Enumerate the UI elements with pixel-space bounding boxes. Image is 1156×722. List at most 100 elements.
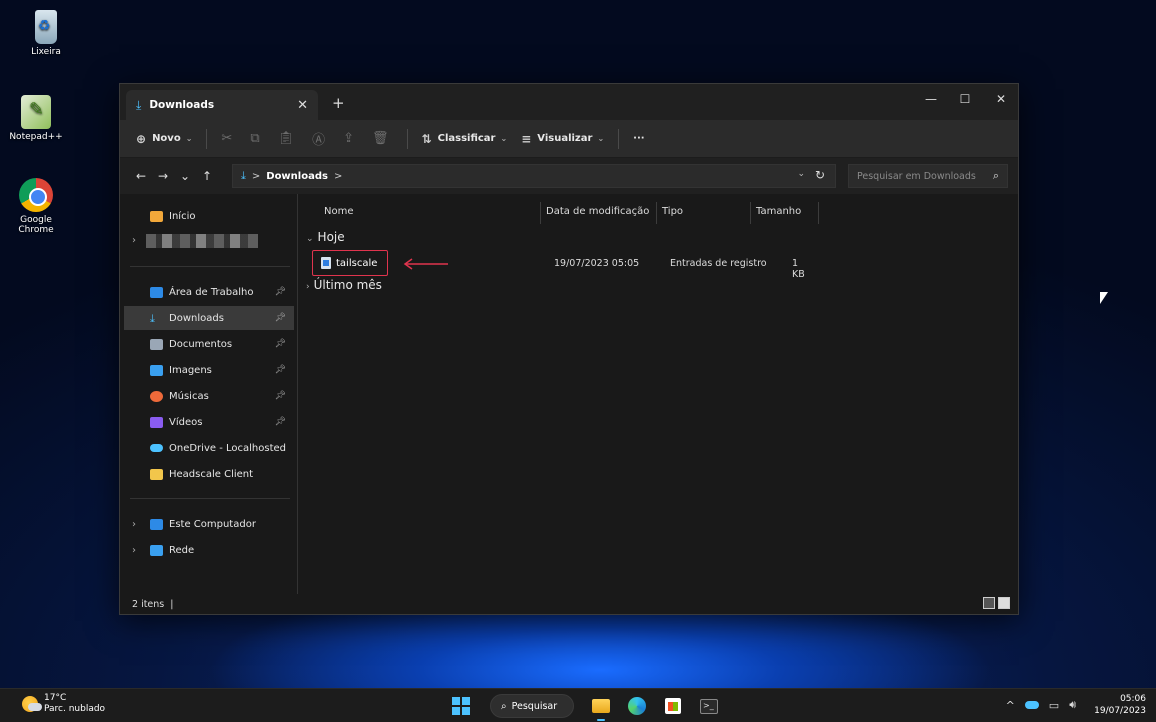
onedrive-cloud-icon[interactable]	[1024, 701, 1039, 709]
file-type: Entradas de registro	[670, 258, 767, 269]
share-icon[interactable]: ⇪	[343, 131, 354, 146]
search-input[interactable]: Pesquisar em Downloads ⌕	[848, 164, 1008, 188]
google-chrome-label: Google Chrome	[18, 215, 54, 235]
weather-text: 17°C Parc. nublado	[44, 693, 105, 715]
column-header-size[interactable]: Tamanho	[756, 206, 801, 217]
sidebar-item-videos[interactable]: Vídeos 📌︎	[124, 410, 294, 434]
delete-icon[interactable]: 🗑︎	[372, 131, 389, 146]
sidebar-item-music[interactable]: Músicas 📌︎	[124, 384, 294, 408]
chrome-icon	[19, 178, 53, 212]
address-bar[interactable]: ⤓ > Downloads > ⌄ ↻	[232, 164, 836, 188]
search-icon: ⌕	[501, 700, 507, 712]
recycle-bin-label: Lixeira	[31, 47, 61, 57]
chevron-up-icon[interactable]: ^	[1006, 699, 1015, 712]
toolbar-divider	[618, 128, 620, 149]
system-tray: ^ ▭ 🔊︎ 05:06 19/07/2023	[1006, 693, 1146, 717]
volume-icon[interactable]: 🔊︎	[1069, 698, 1076, 712]
weather-widget[interactable]: 17°C Parc. nublado	[22, 693, 105, 715]
download-arrow-icon: ⤓	[241, 169, 246, 182]
close-window-button[interactable]: ✕	[986, 92, 1016, 106]
tab-downloads[interactable]: ⤓ Downloads ✕	[126, 90, 318, 120]
google-chrome-shortcut[interactable]: Google Chrome	[6, 178, 66, 235]
sidebar-item-documents[interactable]: Documentos 📌︎	[124, 332, 294, 356]
chevron-down-icon: ⌄	[597, 134, 605, 143]
taskbar-apps: ⌕ Pesquisar >_	[452, 693, 732, 721]
cut-icon[interactable]: ✂	[221, 131, 232, 146]
copy-icon[interactable]: ⧉	[250, 131, 259, 146]
sidebar-item-label: Início	[169, 210, 196, 222]
more-options-button[interactable]: ···	[633, 133, 644, 144]
store-icon	[665, 698, 681, 714]
column-header-modified[interactable]: Data de modificação	[546, 206, 649, 217]
column-divider	[818, 202, 819, 224]
taskbar-file-explorer[interactable]	[588, 693, 614, 721]
details-view-icon[interactable]	[983, 597, 995, 609]
view-button[interactable]: ≡ Visualizar ⌄	[521, 132, 604, 146]
pin-icon: 📌︎	[274, 417, 286, 427]
sort-button[interactable]: ⇅ Classificar ⌄	[422, 132, 508, 146]
group-header-last-month[interactable]: › Último mês	[306, 278, 382, 292]
edge-icon	[628, 697, 646, 715]
column-divider	[750, 202, 751, 224]
sidebar-item-this-pc[interactable]: › Este Computador	[124, 512, 294, 536]
table-row[interactable]: tailscale 19/07/2023 05:05 Entradas de r…	[306, 250, 806, 280]
computer-icon	[150, 518, 163, 530]
chevron-right-icon: ›	[306, 282, 310, 292]
forward-button[interactable]: →	[152, 169, 174, 183]
terminal-icon: >_	[700, 698, 718, 714]
new-tab-button[interactable]: +	[332, 94, 345, 112]
chevron-down-icon: ⌄	[500, 134, 508, 143]
tab-close-icon[interactable]: ✕	[297, 98, 308, 113]
clock[interactable]: 05:06 19/07/2023	[1094, 693, 1146, 717]
item-count: 2 itens |	[132, 598, 174, 610]
onedrive-cloud-icon	[150, 444, 163, 452]
desktop-folder-icon	[150, 286, 163, 298]
taskbar-terminal[interactable]: >_	[696, 693, 722, 719]
view-toggle	[980, 597, 1010, 609]
group-header-today[interactable]: ⌄ Hoje	[306, 230, 345, 244]
sidebar-item-label: Downloads	[169, 312, 224, 324]
sidebar-item-desktop[interactable]: Área de Trabalho 📌︎	[124, 280, 294, 304]
back-button[interactable]: ←	[130, 169, 152, 183]
taskbar-edge[interactable]	[624, 693, 650, 719]
home-icon	[150, 210, 163, 222]
notepad-plus-plus-label: Notepad++	[9, 132, 63, 142]
command-bar: ⊕ Novo ⌄ ✂ ⧉ 📋︎ Ⓐ ⇪ 🗑︎ ⇅ Classificar ⌄ ≡…	[120, 120, 1018, 158]
weather-desc: Parc. nublado	[44, 704, 106, 714]
list-view-icon: ≡	[521, 131, 532, 146]
sidebar-item-pictures[interactable]: Imagens 📌︎	[124, 358, 294, 382]
refresh-icon[interactable]: ↻	[815, 168, 825, 182]
recent-locations-button[interactable]: ⌄	[174, 169, 196, 183]
start-button[interactable]	[452, 697, 470, 715]
sidebar-item-headscale-client[interactable]: Headscale Client	[124, 462, 294, 486]
column-header-type[interactable]: Tipo	[662, 206, 683, 217]
column-header-name[interactable]: Nome	[324, 206, 354, 217]
pin-icon: 📌︎	[274, 365, 286, 375]
file-name-cell[interactable]: tailscale	[312, 250, 388, 276]
maximize-button[interactable]: ☐	[950, 92, 980, 106]
sidebar-item-downloads[interactable]: ⤓ Downloads 📌︎	[124, 306, 294, 330]
taskbar-store[interactable]	[660, 693, 686, 719]
new-button[interactable]: ⊕ Novo ⌄	[136, 132, 192, 146]
sidebar-item-network[interactable]: › Rede	[124, 538, 294, 562]
sidebar-item-onedrive[interactable]: OneDrive - Localhosted	[124, 436, 294, 460]
recycle-bin-icon	[35, 10, 57, 44]
videos-folder-icon	[150, 416, 163, 428]
recycle-bin-shortcut[interactable]: Lixeira	[16, 10, 76, 57]
toolbar-divider	[406, 128, 408, 149]
up-button[interactable]: ↑	[196, 169, 218, 183]
minimize-button[interactable]: —	[916, 92, 946, 106]
chevron-right-icon: ›	[132, 544, 136, 556]
taskbar-search[interactable]: ⌕ Pesquisar	[490, 694, 574, 718]
rename-icon[interactable]: Ⓐ	[312, 129, 325, 148]
toolbar-divider	[206, 128, 208, 149]
tiles-view-icon[interactable]	[998, 597, 1010, 609]
network-icon[interactable]: ▭	[1049, 699, 1059, 712]
address-dropdown-icon[interactable]: ⌄	[797, 169, 805, 179]
new-button-label: Novo	[152, 133, 181, 144]
breadcrumb-downloads[interactable]: Downloads	[266, 171, 328, 182]
paste-icon[interactable]: 📋︎	[278, 131, 295, 146]
sidebar-item-home[interactable]: Início	[124, 204, 294, 228]
notepad-plus-plus-shortcut[interactable]: Notepad++	[6, 95, 66, 142]
pin-icon: 📌︎	[274, 313, 286, 323]
